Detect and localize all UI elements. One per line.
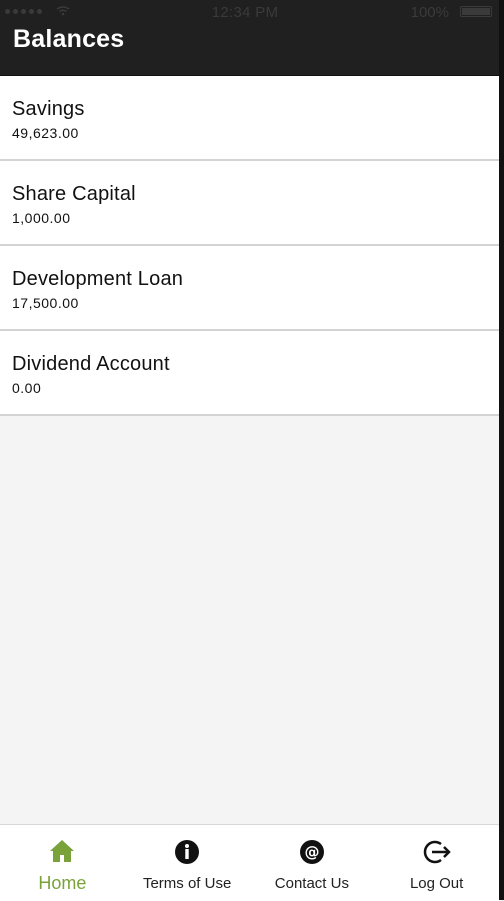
app-header: Balances	[0, 24, 499, 76]
phone-screen: 12:34 PM 100% Balances Savings 49,623.00…	[0, 0, 504, 901]
balance-value: 1,000.00	[12, 210, 71, 226]
status-bar: 12:34 PM 100%	[0, 0, 499, 24]
balances-list: Savings 49,623.00 Share Capital 1,000.00…	[0, 76, 499, 416]
battery-percent: 100%	[410, 4, 449, 21]
info-icon	[175, 840, 200, 864]
tab-log-out[interactable]: Log Out	[374, 825, 499, 901]
balance-row-savings[interactable]: Savings 49,623.00	[0, 76, 499, 161]
tab-home[interactable]: Home	[0, 825, 125, 901]
balance-row-development-loan[interactable]: Development Loan 17,500.00	[0, 246, 499, 331]
tab-label: Terms of Use	[142, 875, 232, 892]
tab-contact-us[interactable]: @ Contact Us	[250, 825, 375, 901]
svg-text:@: @	[304, 843, 319, 861]
balance-row-share-capital[interactable]: Share Capital 1,000.00	[0, 161, 499, 246]
balance-value: 49,623.00	[12, 125, 79, 141]
balance-label: Development Loan	[12, 268, 184, 290]
bottom-tab-bar: Home Terms of Use @ Contact Us Log Out	[0, 824, 499, 901]
tab-label: Contact Us	[274, 875, 349, 892]
balance-label: Dividend Account	[12, 353, 170, 375]
balance-label: Share Capital	[12, 183, 136, 205]
logout-icon	[423, 840, 451, 864]
at-icon: @	[299, 840, 324, 864]
balance-row-dividend-account[interactable]: Dividend Account 0.00	[0, 331, 499, 416]
tab-label: Log Out	[409, 875, 464, 892]
home-icon	[50, 840, 75, 862]
balance-value: 0.00	[12, 380, 42, 396]
balance-label: Savings	[12, 98, 85, 120]
battery-icon	[460, 6, 492, 17]
tab-label: Home	[38, 873, 87, 893]
balance-value: 17,500.00	[12, 295, 79, 311]
tab-terms-of-use[interactable]: Terms of Use	[125, 825, 250, 901]
page-title: Balances	[13, 25, 125, 53]
